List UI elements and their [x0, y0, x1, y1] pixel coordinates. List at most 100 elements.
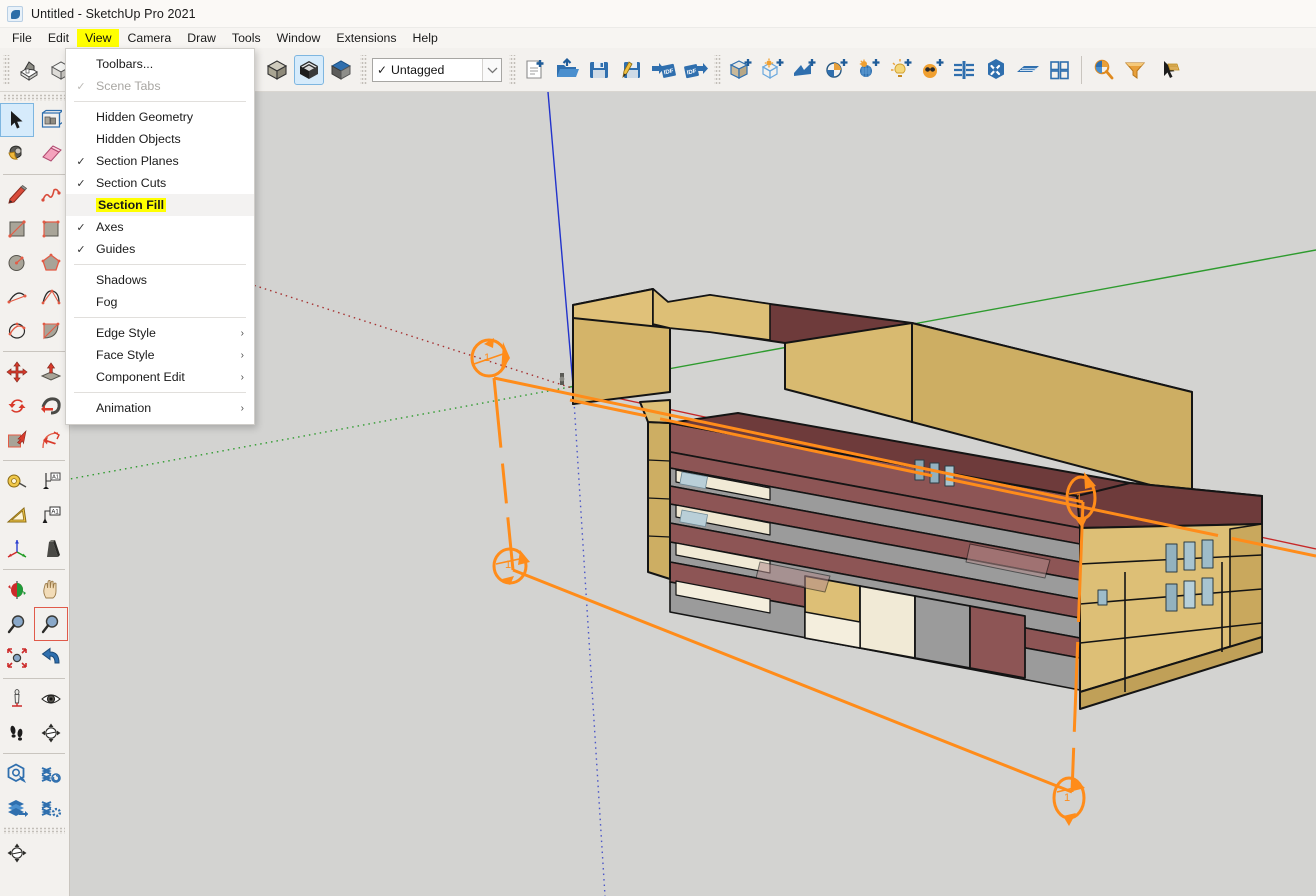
rectangle-icon[interactable] — [0, 212, 34, 246]
axes-icon[interactable] — [0, 532, 34, 566]
3d-text-icon[interactable] — [34, 532, 68, 566]
eraser-icon[interactable] — [34, 137, 68, 171]
export-idf-icon[interactable]: IDF — [680, 55, 710, 85]
move-icon[interactable] — [0, 355, 34, 389]
menu-file[interactable]: File — [4, 29, 40, 47]
zoom-window-icon[interactable] — [34, 607, 68, 641]
filter-funnel-icon[interactable] — [1120, 55, 1150, 85]
pan-hand-icon[interactable] — [34, 573, 68, 607]
protractor-icon[interactable] — [0, 498, 34, 532]
zoom-extents-icon[interactable] — [0, 641, 34, 675]
pushpull-icon[interactable] — [34, 355, 68, 389]
add-daylighting-control-icon[interactable] — [821, 55, 851, 85]
monochrome-style-icon[interactable] — [326, 55, 356, 85]
section-plane-tool-icon[interactable] — [0, 836, 34, 870]
add-space-icon[interactable] — [725, 55, 755, 85]
menu-item-hidden-geometry[interactable]: Hidden Geometry — [66, 106, 254, 128]
menu-draw[interactable]: Draw — [179, 29, 224, 47]
section-plane-icon[interactable] — [34, 716, 68, 750]
paint-bucket-icon[interactable] — [0, 137, 34, 171]
menu-item-toolbars[interactable]: Toolbars... — [66, 53, 254, 75]
iso-view-house-icon[interactable] — [14, 55, 44, 85]
pie-arc-icon[interactable] — [0, 314, 34, 348]
make-component-icon[interactable] — [34, 103, 68, 137]
pick-material-cursor-icon[interactable] — [1152, 55, 1182, 85]
tag-selector[interactable]: ✓ Untagged — [372, 57, 502, 82]
window-group-icon[interactable] — [1045, 55, 1075, 85]
import-idf-icon[interactable]: IDF — [648, 55, 678, 85]
menu-window[interactable]: Window — [269, 29, 329, 47]
arc-3point-icon[interactable] — [34, 280, 68, 314]
freehand-icon[interactable] — [34, 178, 68, 212]
offset-icon[interactable] — [34, 423, 68, 457]
menu-edit[interactable]: Edit — [40, 29, 77, 47]
orbit-icon[interactable] — [0, 573, 34, 607]
openstudio-surface-matching-icon[interactable] — [34, 757, 68, 791]
menu-item-face-style[interactable]: Face Style › — [66, 344, 254, 366]
render-by-surface-icon[interactable] — [1013, 55, 1043, 85]
view-dropdown-menu[interactable]: Toolbars... ✓ Scene Tabs Hidden Geometry… — [65, 48, 255, 425]
menu-camera[interactable]: Camera — [119, 29, 179, 47]
menu-item-animation[interactable]: Animation › — [66, 397, 254, 419]
openstudio-layers-icon[interactable] — [0, 791, 34, 825]
look-around-eye-icon[interactable] — [34, 682, 68, 716]
select-arrow-icon[interactable] — [0, 103, 34, 137]
menu-item-component-edit[interactable]: Component Edit › — [66, 366, 254, 388]
menu-help[interactable]: Help — [405, 29, 446, 47]
menu-item-section-cuts[interactable]: ✓ Section Cuts — [66, 172, 254, 194]
toolbar-grip-openstudio[interactable] — [714, 54, 721, 85]
left-toolbar-grip-bottom[interactable] — [3, 827, 65, 834]
surface-matching-icon[interactable] — [949, 55, 979, 85]
new-document-icon[interactable] — [520, 55, 550, 85]
menu-tools[interactable]: Tools — [224, 29, 269, 47]
pencil-line-icon[interactable] — [0, 178, 34, 212]
menu-item-section-fill[interactable]: Section Fill — [66, 194, 254, 216]
text-label-icon[interactable]: A1 — [34, 498, 68, 532]
followme-icon[interactable] — [34, 389, 68, 423]
left-toolbar-grip-top[interactable] — [3, 94, 65, 101]
menu-item-edge-style[interactable]: Edge Style › — [66, 322, 254, 344]
arc-2point-icon[interactable] — [0, 280, 34, 314]
walk-footprints-icon[interactable] — [0, 716, 34, 750]
open-folder-icon[interactable] — [552, 55, 582, 85]
shaded-with-textures-style-icon[interactable] — [294, 54, 324, 85]
menu-view[interactable]: View — [77, 29, 120, 47]
menu-item-guides[interactable]: ✓ Guides — [66, 238, 254, 260]
scale-icon[interactable] — [0, 423, 34, 457]
position-camera-icon[interactable] — [0, 682, 34, 716]
save-icon[interactable] — [584, 55, 614, 85]
add-shading-surface-icon[interactable] — [757, 55, 787, 85]
inspector-magnifier-icon[interactable] — [1088, 55, 1118, 85]
menu-extensions[interactable]: Extensions — [328, 29, 404, 47]
chevron-down-icon[interactable] — [482, 58, 501, 81]
menu-item-shadows[interactable]: Shadows — [66, 269, 254, 291]
add-illuminance-map-icon[interactable] — [853, 55, 883, 85]
openstudio-inspector-icon[interactable] — [0, 757, 34, 791]
toolbar-grip-file[interactable] — [509, 54, 516, 85]
previous-view-icon[interactable] — [34, 641, 68, 675]
circle-icon[interactable] — [0, 246, 34, 280]
model-viewport[interactable]: 1 1 1 1 — [70, 92, 1316, 896]
pie-filled-icon[interactable] — [34, 314, 68, 348]
rotate-icon[interactable] — [0, 389, 34, 423]
zoom-icon[interactable] — [0, 607, 34, 641]
menu-item-axes[interactable]: ✓ Axes — [66, 216, 254, 238]
add-glare-sensor-icon[interactable] — [917, 55, 947, 85]
shaded-style-icon[interactable] — [262, 55, 292, 85]
menu-bar[interactable]: File Edit View Camera Draw Tools Window … — [0, 28, 1316, 48]
dimension-icon[interactable]: A1 — [34, 464, 68, 498]
save-as-icon[interactable] — [616, 55, 646, 85]
menu-item-hidden-objects[interactable]: Hidden Objects — [66, 128, 254, 150]
add-surface-icon[interactable] — [789, 55, 819, 85]
model-canvas[interactable]: 1 1 1 1 — [70, 92, 1316, 896]
rotated-rectangle-icon[interactable] — [34, 212, 68, 246]
run-settings-icon[interactable] — [981, 55, 1011, 85]
openstudio-settings-icon[interactable] — [34, 791, 68, 825]
toolbar-grip-tags[interactable] — [360, 54, 367, 85]
menu-item-section-planes[interactable]: ✓ Section Planes — [66, 150, 254, 172]
polygon-icon[interactable] — [34, 246, 68, 280]
tape-measure-icon[interactable] — [0, 464, 34, 498]
toolbar-grip-views[interactable] — [3, 54, 10, 85]
menu-item-fog[interactable]: Fog — [66, 291, 254, 313]
add-luminaire-icon[interactable] — [885, 55, 915, 85]
